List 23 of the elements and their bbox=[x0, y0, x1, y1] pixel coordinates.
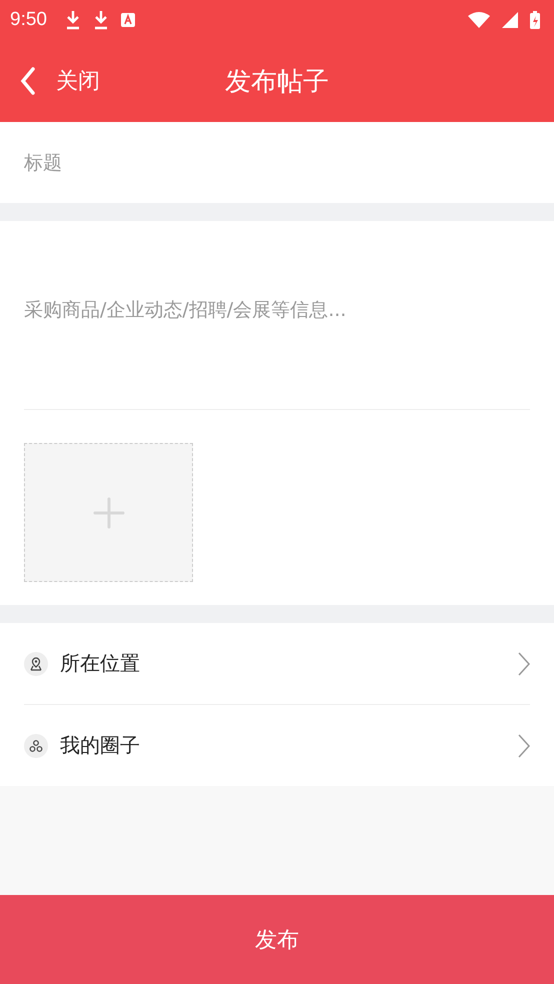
publish-button[interactable]: 发布 bbox=[0, 895, 554, 984]
back-chevron-icon bbox=[20, 67, 36, 95]
download-icon bbox=[64, 10, 81, 30]
close-button[interactable]: 关闭 bbox=[0, 66, 100, 96]
add-image-button[interactable] bbox=[24, 443, 193, 582]
option-label: 我的圈子 bbox=[60, 732, 141, 759]
signal-icon bbox=[502, 12, 518, 28]
group-icon bbox=[29, 738, 43, 752]
battery-icon bbox=[530, 11, 540, 29]
page-title: 发布帖子 bbox=[225, 66, 329, 98]
pin-icon bbox=[29, 656, 43, 670]
download-icon bbox=[92, 10, 109, 30]
status-time: 9:50 bbox=[10, 9, 47, 31]
chevron-right-icon bbox=[518, 652, 530, 676]
notification-icon bbox=[120, 13, 135, 27]
wifi-icon bbox=[468, 12, 490, 28]
option-label: 所在位置 bbox=[60, 650, 141, 677]
option-row[interactable]: 所在位置 bbox=[24, 623, 530, 705]
title-field[interactable]: 标题 bbox=[0, 122, 554, 203]
chevron-right-icon bbox=[518, 734, 530, 758]
plus-icon bbox=[92, 496, 126, 530]
option-row[interactable]: 我的圈子 bbox=[24, 705, 530, 786]
content-field[interactable]: 采购商品/企业动态/招聘/会展等信息... bbox=[0, 221, 554, 410]
